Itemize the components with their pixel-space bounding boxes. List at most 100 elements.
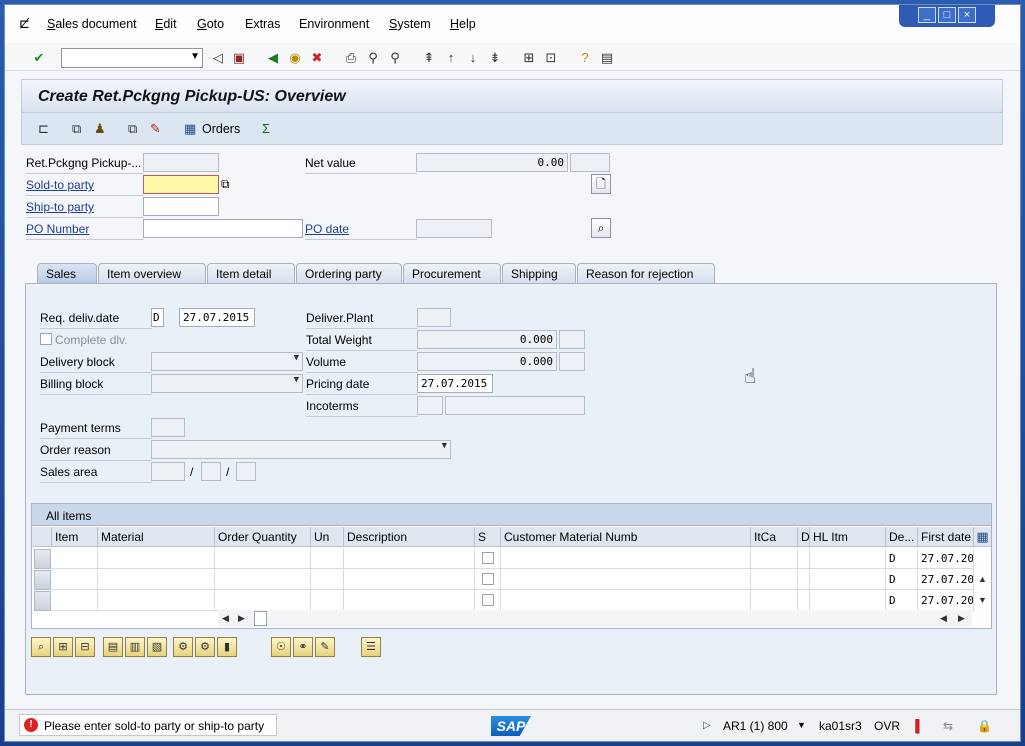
table-cell[interactable] xyxy=(215,569,311,590)
column-header-description[interactable]: Description xyxy=(344,527,475,547)
table-cell[interactable] xyxy=(798,590,810,611)
deliver-plant-input[interactable] xyxy=(417,308,451,327)
back-arrow-icon[interactable]: ◁ xyxy=(210,50,226,66)
po-date-label[interactable]: PO date xyxy=(305,222,349,236)
orders-button[interactable]: Orders xyxy=(202,122,240,136)
change-icon[interactable]: ✎ xyxy=(150,121,161,137)
partner-functions-icon[interactable]: ⚭ xyxy=(293,637,313,657)
table-cell[interactable] xyxy=(344,548,475,569)
column-header-order-quantity[interactable]: Order Quantity xyxy=(215,527,311,547)
row-checkbox[interactable] xyxy=(482,594,494,606)
table-cell[interactable]: D xyxy=(886,590,918,611)
delete-row-icon[interactable]: ⊟ xyxy=(75,637,95,657)
copy-doc-icon[interactable]: ⧉ xyxy=(128,121,137,137)
table-cell[interactable] xyxy=(798,548,810,569)
tab-item-overview[interactable]: Item overview xyxy=(98,263,206,283)
enter-check-icon[interactable]: ✔ xyxy=(31,50,47,66)
sold-to-party-label[interactable]: Sold-to party xyxy=(26,178,94,192)
tab-item-detail[interactable]: Item detail xyxy=(207,263,295,283)
save-icon[interactable]: ▣ xyxy=(231,50,247,66)
document-icon[interactable]: 🗋 xyxy=(591,174,611,194)
orders-icon[interactable]: ▦ xyxy=(184,121,196,137)
shortcut-icon[interactable]: ⊡ xyxy=(543,50,559,66)
delivery-block-select[interactable]: ▼ xyxy=(151,352,303,371)
table-cell[interactable] xyxy=(501,569,751,590)
table-cell[interactable] xyxy=(98,590,215,611)
structure-icon[interactable]: ⚙ xyxy=(195,637,215,657)
pricing-icon[interactable]: ☉ xyxy=(271,637,291,657)
payment-terms-input[interactable] xyxy=(151,418,185,437)
table-cell[interactable] xyxy=(215,548,311,569)
incoterms-location-input[interactable] xyxy=(445,396,585,415)
layout-menu-icon[interactable]: ▤ xyxy=(599,50,615,66)
row-selector[interactable] xyxy=(34,549,51,569)
sum-icon[interactable]: Σ xyxy=(262,121,270,136)
column-header-de[interactable]: De... xyxy=(886,527,918,547)
table-cell[interactable]: 27.07.2015 xyxy=(918,590,974,611)
configuration-icon[interactable]: ⚙ xyxy=(173,637,193,657)
multiple-selection-icon[interactable]: ⧉ xyxy=(221,177,230,192)
ship-to-party-input[interactable] xyxy=(143,197,219,216)
deselect-all-icon[interactable]: ▧ xyxy=(147,637,167,657)
tab-shipping[interactable]: Shipping xyxy=(502,263,576,283)
table-cell[interactable] xyxy=(215,590,311,611)
list-icon[interactable]: ☰ xyxy=(361,637,381,657)
display-doc-icon[interactable]: ⊏ xyxy=(38,121,49,137)
table-cell[interactable] xyxy=(311,569,344,590)
select-all-icon[interactable]: ▤ xyxy=(103,637,123,657)
tab-sales[interactable]: Sales xyxy=(37,263,97,283)
new-session-icon[interactable]: ⊞ xyxy=(521,50,537,66)
partner-icon[interactable]: ♟ xyxy=(94,121,106,137)
table-cell[interactable] xyxy=(751,548,798,569)
scroll-thumb[interactable] xyxy=(254,611,267,626)
column-header-material[interactable]: Material xyxy=(98,527,215,547)
table-cell[interactable] xyxy=(311,590,344,611)
column-header-hl-item[interactable]: HL Itm xyxy=(810,527,886,547)
table-cell[interactable] xyxy=(52,590,98,611)
tab-procurement[interactable]: Procurement xyxy=(403,263,501,283)
table-cell[interactable] xyxy=(98,569,215,590)
tab-ordering-party[interactable]: Ordering party xyxy=(296,263,402,283)
table-cell[interactable] xyxy=(344,590,475,611)
column-header-unit[interactable]: Un xyxy=(311,527,344,547)
scroll-right-icon[interactable]: ▶ xyxy=(958,613,965,624)
row-selector[interactable] xyxy=(34,570,51,590)
find-next-icon[interactable]: ⚲ xyxy=(387,50,403,66)
menu-icon[interactable]: ⊏̸ xyxy=(19,16,30,32)
table-cell[interactable] xyxy=(751,569,798,590)
table-cell[interactable] xyxy=(810,569,886,590)
column-header-s[interactable]: S xyxy=(475,527,501,547)
menu-goto[interactable]: Goto xyxy=(197,17,224,31)
chevron-down-icon[interactable]: ▼ xyxy=(294,375,299,385)
table-cell[interactable] xyxy=(501,590,751,611)
po-number-label[interactable]: PO Number xyxy=(26,222,89,236)
back-icon[interactable]: ◀ xyxy=(265,50,281,66)
incoterms-input[interactable] xyxy=(417,396,443,415)
row-checkbox[interactable] xyxy=(482,552,494,564)
table-cell[interactable]: 27.07.2015 xyxy=(918,548,974,569)
menu-system[interactable]: System xyxy=(389,17,431,31)
help-icon[interactable]: ? xyxy=(577,50,593,66)
display-details-icon[interactable]: ⌕ xyxy=(591,218,611,238)
column-header-first-date[interactable]: First date xyxy=(918,527,974,547)
menu-sales-document[interactable]: Sales document xyxy=(47,17,137,31)
column-header-customer-material[interactable]: Customer Material Numb xyxy=(501,527,751,547)
table-cell[interactable] xyxy=(52,548,98,569)
table-cell[interactable]: D xyxy=(886,548,918,569)
table-cell[interactable] xyxy=(98,548,215,569)
table-cell[interactable] xyxy=(311,548,344,569)
minimize-button[interactable]: _ xyxy=(918,7,936,23)
last-page-icon[interactable]: ⇟ xyxy=(487,50,503,66)
table-cell[interactable]: D xyxy=(886,569,918,590)
play-icon[interactable]: ▷ xyxy=(703,720,711,731)
req-deliv-date-type[interactable]: D xyxy=(151,308,164,327)
edit-texts-icon[interactable]: ✎ xyxy=(315,637,335,657)
chevron-down-icon[interactable]: ▼ xyxy=(797,720,806,730)
table-cell[interactable] xyxy=(810,590,886,611)
cancel-icon[interactable]: ✖ xyxy=(309,50,325,66)
select-all-header[interactable] xyxy=(32,527,52,547)
select-block-icon[interactable]: ▥ xyxy=(125,637,145,657)
table-cell[interactable] xyxy=(751,590,798,611)
insert-row-icon[interactable]: ⊞ xyxy=(53,637,73,657)
po-number-input[interactable] xyxy=(143,219,303,238)
